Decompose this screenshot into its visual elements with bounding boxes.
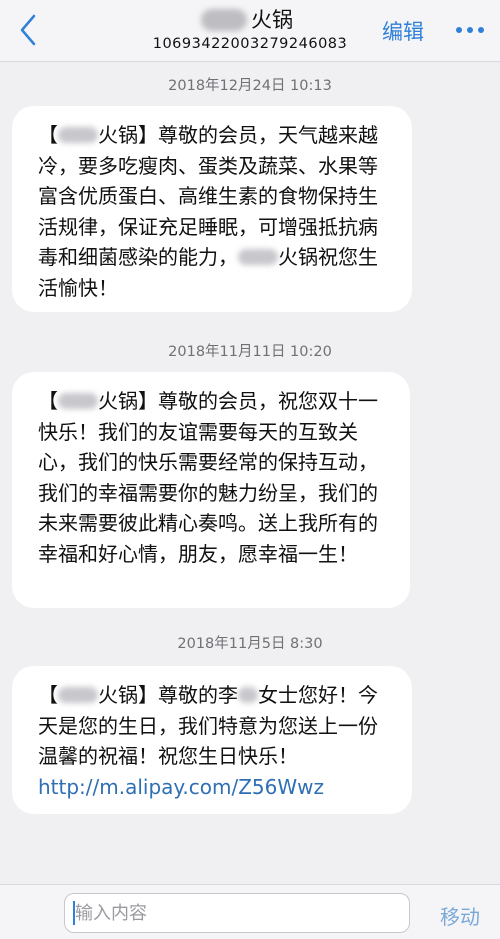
composer-bar: 移动: [0, 884, 500, 939]
more-dot-icon: [478, 27, 484, 33]
message-bubble[interactable]: 【某某火锅】尊敬的会员，天气越来越冷，要多吃瘦肉、蛋类及蔬菜、水果等富含优质蛋白…: [12, 106, 412, 312]
message-text: 【某某火锅】尊敬的会员，天气越来越冷，要多吃瘦肉、蛋类及蔬菜、水果等富含优质蛋白…: [38, 123, 378, 300]
redacted-text: 某某: [58, 683, 98, 707]
conversation-header: 火锅 1069342200327924​6083 编辑: [0, 0, 500, 62]
redacted-text: 某某: [58, 389, 98, 413]
message-text: 【某某火锅】尊敬的会员，祝您双十一快乐！我们的友谊需要每天的互致关心，我们的快乐…: [38, 389, 378, 566]
redacted-text: 某某: [238, 245, 278, 269]
message-text: 【某某火锅】尊敬的李某女士您好！今天是您的生日，我们特意为您送上一份温馨的祝福！…: [38, 683, 378, 768]
more-dot-icon: [456, 27, 462, 33]
text-caret: [73, 901, 75, 925]
message-input[interactable]: [64, 893, 410, 933]
redacted-name-blur: [201, 9, 247, 31]
conversation-title-block[interactable]: 火锅 1069342200327924​6083: [130, 6, 370, 54]
redacted-text: 某: [238, 683, 258, 707]
more-options-button[interactable]: [454, 27, 486, 35]
send-button[interactable]: 移动: [440, 901, 480, 930]
message-text-segment: 火锅】尊敬的李: [98, 683, 238, 707]
message-text-segment: 【: [38, 683, 58, 707]
message-timestamp: 2018年12月24日 10:13: [168, 78, 332, 94]
message-text-segment: 火锅】尊敬的会员，祝您双十一快乐！我们的友谊需要每天的互致关心，我们的快乐需要经…: [38, 389, 378, 566]
sender-number: 1069342200327924​6083: [152, 36, 348, 52]
back-button[interactable]: [16, 12, 46, 48]
message-text-segment: 【: [38, 389, 58, 413]
message-timestamp: 2018年11月11日 10:20: [168, 344, 332, 360]
edit-button[interactable]: 编辑: [382, 16, 424, 46]
message-text-segment: 【: [38, 123, 58, 147]
conversation-title: 火锅: [201, 6, 293, 34]
redacted-text: 某某: [58, 123, 98, 147]
message-bubble[interactable]: 【某某火锅】尊敬的李某女士您好！今天是您的生日，我们特意为您送上一份温馨的祝福！…: [12, 666, 412, 814]
more-dot-icon: [467, 27, 473, 33]
chevron-left-icon: [20, 14, 36, 46]
message-timestamp: 2018年11月5日 8:30: [177, 636, 323, 652]
message-link[interactable]: http://m.alipay.com/Z56Wwz: [38, 775, 324, 799]
message-bubble[interactable]: 【某某火锅】尊敬的会员，祝您双十一快乐！我们的友谊需要每天的互致关心，我们的快乐…: [12, 372, 410, 608]
